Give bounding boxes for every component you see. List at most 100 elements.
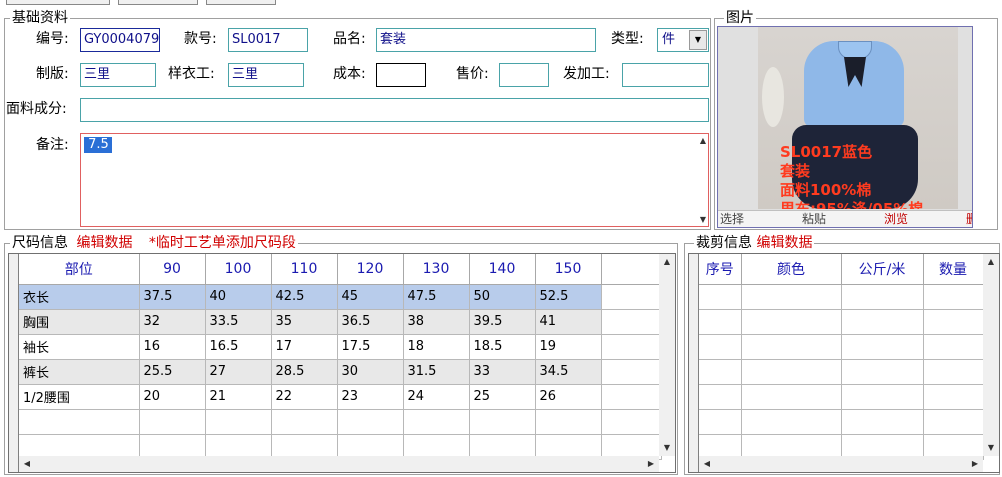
table-cell[interactable]: 袖长 [19, 334, 140, 360]
table-cell[interactable] [841, 284, 924, 310]
product-name-field[interactable]: 套装 [376, 28, 596, 52]
table-cell[interactable]: 38 [403, 309, 470, 335]
scroll-down-icon[interactable]: ▼ [700, 215, 706, 224]
table-row[interactable]: 裤长 25.5 27 28.5 30 31.5 33 34.5 [19, 359, 662, 385]
table-cell[interactable]: 32 [139, 309, 206, 335]
table-cell[interactable] [699, 334, 742, 360]
size-grid-vscrollbar[interactable]: ▲ ▼ [659, 254, 675, 456]
table-cell[interactable]: 17.5 [337, 334, 404, 360]
scroll-left-icon[interactable]: ◀ [19, 456, 35, 472]
size-col-header[interactable]: 150 [535, 254, 602, 285]
table-cell[interactable] [923, 384, 984, 410]
cut-col-header[interactable]: 颜色 [741, 254, 842, 285]
size-temp-add-link[interactable]: *临时工艺单添加尺码段 [149, 235, 296, 251]
table-cell[interactable] [841, 384, 924, 410]
scroll-right-icon[interactable]: ▶ [643, 456, 659, 472]
sample-worker-field[interactable]: 三里 [228, 63, 304, 87]
toolbar-button-2[interactable] [118, 0, 198, 5]
table-row[interactable] [699, 409, 984, 435]
picture-select-button[interactable]: 选择 [720, 211, 744, 227]
type-select[interactable]: 件 ▼ [657, 28, 709, 52]
table-cell[interactable]: 1/2腰围 [19, 384, 140, 410]
table-cell[interactable]: 22 [271, 384, 338, 410]
table-cell[interactable] [601, 309, 662, 335]
table-cell[interactable] [841, 334, 924, 360]
table-cell[interactable] [741, 284, 842, 310]
scroll-up-icon[interactable]: ▲ [659, 254, 675, 270]
table-cell[interactable] [699, 284, 742, 310]
table-cell[interactable] [601, 359, 662, 385]
size-col-header[interactable]: 90 [139, 254, 206, 285]
table-cell[interactable]: 20 [139, 384, 206, 410]
table-cell[interactable]: 40 [205, 284, 272, 310]
table-cell[interactable]: 16 [139, 334, 206, 360]
table-cell[interactable] [699, 359, 742, 385]
table-cell[interactable]: 34.5 [535, 359, 602, 385]
scroll-up-icon[interactable]: ▲ [983, 254, 999, 270]
scroll-right-icon[interactable]: ▶ [967, 456, 983, 472]
table-cell[interactable]: 18.5 [469, 334, 536, 360]
cut-grid-hscrollbar[interactable]: ◀ ▶ [699, 456, 983, 472]
table-cell[interactable] [337, 409, 404, 435]
table-cell[interactable]: 35 [271, 309, 338, 335]
table-cell[interactable] [699, 384, 742, 410]
size-col-header[interactable]: 110 [271, 254, 338, 285]
table-cell[interactable] [841, 359, 924, 385]
table-cell[interactable]: 24 [403, 384, 470, 410]
table-row[interactable] [19, 409, 662, 435]
table-cell[interactable]: 25 [469, 384, 536, 410]
table-cell[interactable] [923, 284, 984, 310]
cut-col-header[interactable]: 序号 [699, 254, 742, 285]
table-cell[interactable]: 41 [535, 309, 602, 335]
table-cell[interactable]: 21 [205, 384, 272, 410]
table-cell[interactable] [841, 409, 924, 435]
cut-col-header[interactable]: 数量 [923, 254, 984, 285]
table-cell[interactable] [139, 409, 206, 435]
table-cell[interactable]: 39.5 [469, 309, 536, 335]
table-cell[interactable] [601, 409, 662, 435]
table-cell[interactable] [741, 409, 842, 435]
cut-edit-link[interactable]: 编辑数据 [756, 235, 812, 251]
style-no-field[interactable]: SL0017 [228, 28, 308, 52]
table-cell[interactable]: 47.5 [403, 284, 470, 310]
table-cell[interactable] [699, 309, 742, 335]
size-edit-link[interactable]: 编辑数据 [76, 235, 132, 251]
table-cell[interactable]: 30 [337, 359, 404, 385]
table-cell[interactable]: 17 [271, 334, 338, 360]
table-cell[interactable]: 18 [403, 334, 470, 360]
table-row[interactable] [699, 359, 984, 385]
table-cell[interactable]: 16.5 [205, 334, 272, 360]
chevron-down-icon[interactable]: ▼ [689, 30, 707, 50]
table-cell[interactable]: 36.5 [337, 309, 404, 335]
table-cell[interactable] [923, 359, 984, 385]
table-cell[interactable] [741, 309, 842, 335]
toolbar-button-1[interactable] [6, 0, 110, 5]
cut-grid-vscrollbar[interactable]: ▲ ▼ [983, 254, 999, 456]
table-cell[interactable]: 50 [469, 284, 536, 310]
table-cell[interactable] [699, 409, 742, 435]
table-cell[interactable]: 裤长 [19, 359, 140, 385]
table-cell[interactable] [535, 409, 602, 435]
size-grid-hscrollbar[interactable]: ◀ ▶ [19, 456, 659, 472]
table-cell[interactable]: 胸围 [19, 309, 140, 335]
table-row[interactable]: 1/2腰围 20 21 22 23 24 25 26 [19, 384, 662, 410]
size-col-header[interactable]: 部位 [19, 254, 140, 285]
size-col-header[interactable]: 130 [403, 254, 470, 285]
pattern-maker-field[interactable]: 三里 [80, 63, 156, 87]
table-cell[interactable]: 23 [337, 384, 404, 410]
table-cell[interactable]: 19 [535, 334, 602, 360]
scroll-up-icon[interactable]: ▲ [700, 136, 706, 145]
table-cell[interactable] [923, 409, 984, 435]
table-row[interactable] [699, 384, 984, 410]
size-col-header[interactable]: 100 [205, 254, 272, 285]
table-cell[interactable] [601, 384, 662, 410]
table-row[interactable] [699, 284, 984, 310]
scroll-left-icon[interactable]: ◀ [699, 456, 715, 472]
remark-textarea[interactable]: 7.5 ▲ ▼ [80, 133, 709, 227]
size-col-header[interactable]: 120 [337, 254, 404, 285]
scroll-down-icon[interactable]: ▼ [659, 440, 675, 456]
table-cell[interactable]: 28.5 [271, 359, 338, 385]
table-row[interactable]: 胸围 32 33.5 35 36.5 38 39.5 41 [19, 309, 662, 335]
size-col-header[interactable]: 140 [469, 254, 536, 285]
table-cell[interactable]: 衣长 [19, 284, 140, 310]
